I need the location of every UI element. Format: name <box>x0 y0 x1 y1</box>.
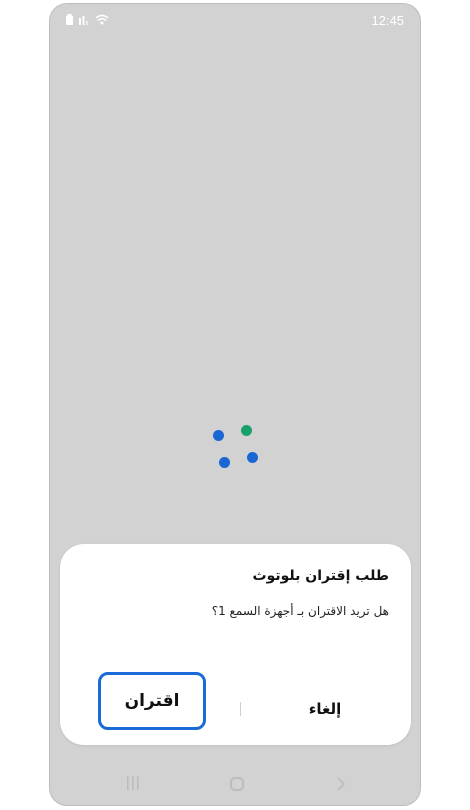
loader-dot <box>219 457 230 468</box>
loader-dot <box>247 452 258 463</box>
dialog-title: طلب إقتران بلوتوث <box>252 568 389 584</box>
pair-button[interactable]: اقتران <box>98 672 206 730</box>
signal-icon <box>79 15 88 25</box>
phone-screen: 12:45 طلب إقتران بلوتوث هل تريد الاقتران… <box>49 3 421 806</box>
cancel-button[interactable]: إلغاء <box>290 694 360 724</box>
status-icons <box>66 14 109 25</box>
bluetooth-pairing-dialog: طلب إقتران بلوتوث هل تريد الاقتران بـ أج… <box>60 544 411 745</box>
wifi-icon <box>95 14 109 25</box>
recents-icon[interactable] <box>126 776 140 790</box>
loading-spinner <box>205 422 265 482</box>
status-bar: 12:45 <box>50 4 420 38</box>
button-divider <box>240 702 241 716</box>
status-time: 12:45 <box>371 13 404 28</box>
back-icon[interactable] <box>336 777 346 791</box>
loader-dot <box>241 425 252 436</box>
battery-icon <box>66 14 73 25</box>
home-icon[interactable] <box>230 777 244 791</box>
loader-dot <box>213 430 224 441</box>
dialog-message: هل تريد الاقتران بـ أجهزة السمع 1؟ <box>211 604 389 618</box>
